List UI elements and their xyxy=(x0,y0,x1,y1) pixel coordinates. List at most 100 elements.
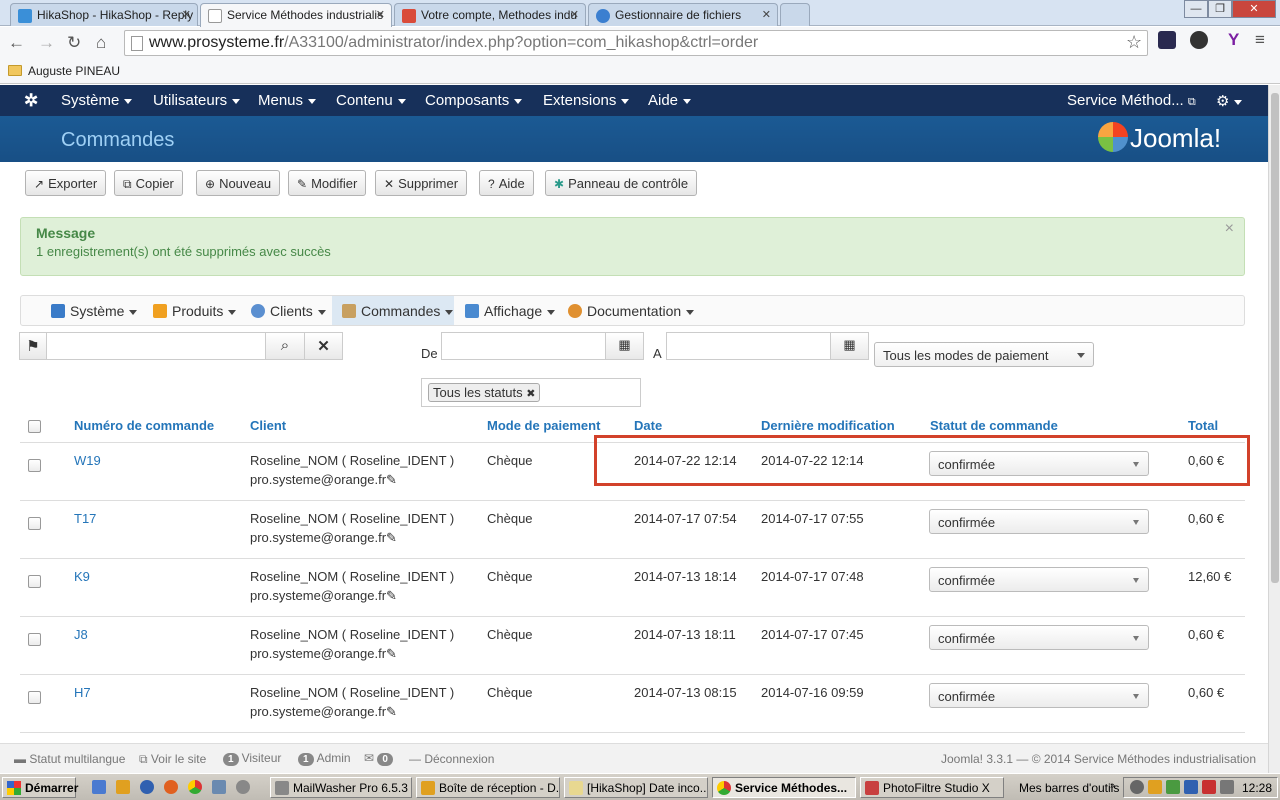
menu-icon[interactable]: ≡ xyxy=(1255,30,1265,50)
quicklaunch-icon[interactable] xyxy=(236,780,250,794)
hika-menu-clients[interactable]: Clients xyxy=(251,296,326,325)
pencil-icon[interactable]: ✎ xyxy=(386,704,397,719)
close-icon[interactable]: ✕ xyxy=(762,8,771,21)
pencil-icon[interactable]: ✎ xyxy=(386,530,397,545)
tray-icon[interactable] xyxy=(1148,780,1162,794)
messages-status[interactable]: ✉ 0 xyxy=(364,751,396,766)
col-client[interactable]: Client xyxy=(250,418,286,433)
speaker-icon[interactable] xyxy=(1220,780,1234,794)
yahoo-icon[interactable]: Y xyxy=(1228,30,1239,50)
hika-menu-affichage[interactable]: Affichage xyxy=(465,296,556,325)
menu-aide[interactable]: Aide xyxy=(648,92,692,109)
payment-method-select[interactable]: Tous les modes de paiement xyxy=(874,342,1094,367)
pencil-icon[interactable]: ✎ xyxy=(386,588,397,603)
col-payment[interactable]: Mode de paiement xyxy=(487,418,600,433)
browser-tab-files[interactable]: Gestionnaire de fichiers ✕ xyxy=(588,3,778,26)
new-button[interactable]: ⊕ Nouveau xyxy=(196,170,281,196)
menu-extensions[interactable]: Extensions xyxy=(543,92,630,109)
quicklaunch-icon[interactable] xyxy=(212,780,226,794)
order-status-select[interactable]: confirmée xyxy=(929,683,1149,708)
home-icon[interactable]: ⌂ xyxy=(96,33,106,53)
row-checkbox[interactable] xyxy=(28,517,41,530)
hika-menu-produits[interactable]: Produits xyxy=(153,296,237,325)
reload-icon[interactable]: ↻ xyxy=(67,33,81,53)
scrollbar-thumb[interactable] xyxy=(1271,93,1279,583)
bookmark-item[interactable]: Auguste PINEAU xyxy=(28,64,120,78)
chrome-icon[interactable] xyxy=(188,780,202,794)
col-last-modified[interactable]: Dernière modification xyxy=(761,418,895,433)
order-number-link[interactable]: H7 xyxy=(74,685,91,700)
copy-button[interactable]: ⧉ Copier xyxy=(114,170,183,196)
forward-arrow-icon[interactable]: → xyxy=(38,33,55,53)
logout-link[interactable]: — Déconnexion xyxy=(409,752,494,766)
browser-tab-service[interactable]: Service Méthodes industrialis ✕ xyxy=(200,3,392,27)
site-link[interactable]: Service Méthod... ⧉ xyxy=(1067,92,1196,109)
extension-icon[interactable] xyxy=(1190,31,1208,49)
window-close-icon[interactable]: ✕ xyxy=(1232,0,1276,18)
search-button[interactable]: ⌕ xyxy=(265,332,305,360)
col-date[interactable]: Date xyxy=(634,418,662,433)
menu-systeme[interactable]: Système xyxy=(61,92,133,109)
order-number-link[interactable]: W19 xyxy=(74,453,101,468)
menu-composants[interactable]: Composants xyxy=(425,92,523,109)
edit-button[interactable]: ✎ Modifier xyxy=(288,170,367,196)
pencil-icon[interactable]: ✎ xyxy=(386,472,397,487)
pencil-icon[interactable]: ✎ xyxy=(386,646,397,661)
task-chrome[interactable]: Service Méthodes... xyxy=(712,777,856,798)
menu-utilisateurs[interactable]: Utilisateurs xyxy=(153,92,241,109)
close-icon[interactable]: ✕ xyxy=(376,8,385,21)
admin-status[interactable]: 1 Admin xyxy=(298,751,351,766)
order-status-select[interactable]: confirmée xyxy=(929,567,1149,592)
task-hikashop-mail[interactable]: [HikaShop] Date inco... xyxy=(564,777,708,798)
calendar-icon[interactable]: ▦ xyxy=(830,332,869,360)
address-bar[interactable]: www.prosysteme.fr/A33100/administrator/i… xyxy=(124,30,1148,56)
select-all-checkbox[interactable] xyxy=(28,420,41,433)
joomla-logo-icon[interactable]: ✲ xyxy=(24,91,38,111)
remove-tag-icon[interactable]: ✖ xyxy=(526,388,535,400)
task-photofiltre[interactable]: PhotoFiltre Studio X xyxy=(860,777,1004,798)
close-icon[interactable]: ✕ xyxy=(570,8,579,21)
menu-menus[interactable]: Menus xyxy=(258,92,317,109)
to-date-input[interactable] xyxy=(666,332,831,360)
extension-icon[interactable] xyxy=(1158,31,1176,49)
back-arrow-icon[interactable]: ← xyxy=(8,33,25,53)
row-checkbox[interactable] xyxy=(28,633,41,646)
firefox-icon[interactable] xyxy=(164,780,178,794)
start-button[interactable]: Démarrer xyxy=(2,777,78,798)
tray-icon[interactable] xyxy=(1202,780,1216,794)
settings-gear-icon[interactable]: ⚙ xyxy=(1216,92,1243,110)
browser-tab-account[interactable]: Votre compte, Methodes indu ✕ xyxy=(394,3,586,26)
col-status[interactable]: Statut de commande xyxy=(930,418,1058,433)
calendar-icon[interactable]: ▦ xyxy=(605,332,644,360)
order-number-link[interactable]: T17 xyxy=(74,511,96,526)
star-icon[interactable]: ☆ xyxy=(1126,32,1142,53)
quicklaunch-icon[interactable] xyxy=(116,780,130,794)
order-status-select[interactable]: confirmée xyxy=(929,509,1149,534)
quicklaunch-icon[interactable] xyxy=(92,780,106,794)
control-panel-button[interactable]: ✱ Panneau de contrôle xyxy=(545,170,698,196)
view-site-link[interactable]: ⧉ Voir le site xyxy=(139,752,206,767)
row-checkbox[interactable] xyxy=(28,575,41,588)
order-number-link[interactable]: J8 xyxy=(74,627,88,642)
tray-icon[interactable] xyxy=(1184,780,1198,794)
quicklaunch-icon[interactable] xyxy=(140,780,154,794)
visitors-status[interactable]: 1 Visiteur xyxy=(223,751,281,766)
tray-icon[interactable] xyxy=(1130,780,1144,794)
row-checkbox[interactable] xyxy=(28,459,41,472)
col-order-number[interactable]: Numéro de commande xyxy=(74,418,214,433)
col-total[interactable]: Total xyxy=(1188,418,1218,433)
close-icon[interactable]: ✕ xyxy=(182,8,191,21)
close-message-icon[interactable]: × xyxy=(1225,220,1234,238)
hika-menu-commandes[interactable]: Commandes xyxy=(332,296,454,325)
multilang-status[interactable]: ▬ Statut multilangue xyxy=(14,752,125,766)
browser-tab-hikashop[interactable]: HikaShop - HikaShop - Reply ✕ xyxy=(10,3,198,26)
status-filter-input[interactable]: Tous les statuts ✖ xyxy=(421,378,641,407)
export-button[interactable]: ↗ Exporter xyxy=(25,170,107,196)
maximize-icon[interactable]: ❐ xyxy=(1208,0,1232,18)
search-input[interactable] xyxy=(46,332,266,360)
delete-button[interactable]: ✕ Supprimer xyxy=(375,170,468,196)
clock[interactable]: 12:28 xyxy=(1242,781,1272,795)
page-scrollbar[interactable] xyxy=(1268,85,1280,773)
order-number-link[interactable]: K9 xyxy=(74,569,90,584)
network-icon[interactable] xyxy=(1166,780,1180,794)
